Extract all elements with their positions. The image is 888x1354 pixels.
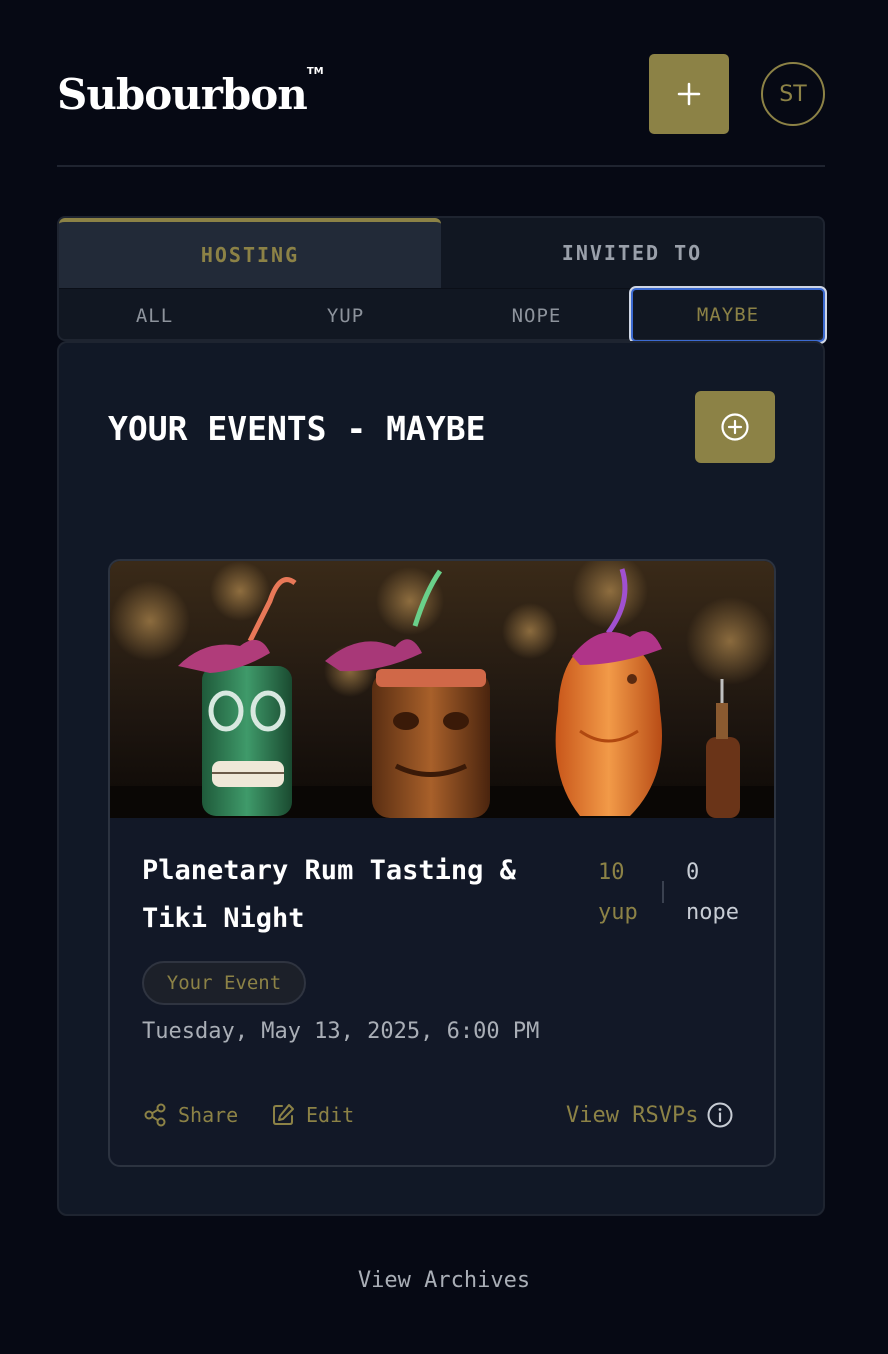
logo-text: Subourbon [57,70,308,119]
yup-count: 10 [598,860,625,885]
view-rsvps-label: View RSVPs [566,1102,699,1128]
stats-divider [662,881,664,903]
event-image [110,561,774,818]
share-icon [144,1103,166,1127]
edit-label: Edit [306,1103,355,1127]
view-archives-link[interactable]: View Archives [0,1268,888,1293]
filter-all[interactable]: ALL [59,289,250,342]
rsvp-filter-tabs: ALL YUP NOPE MAYBE [59,286,827,344]
tab-hosting[interactable]: HOSTING [59,218,441,288]
info-icon [707,1102,733,1128]
share-button[interactable]: Share [142,1099,238,1131]
yup-stat: 10 yup [598,853,638,933]
event-title[interactable]: Planetary Rum Tasting & Tiki Night [142,847,582,943]
filter-nope[interactable]: NOPE [441,289,632,342]
view-rsvps-button[interactable]: View RSVPs [566,1099,734,1131]
nope-label: nope [686,900,739,925]
filter-all-label: ALL [135,304,174,327]
filter-nope-label: NOPE [511,304,562,327]
filter-maybe[interactable]: MAYBE [629,286,827,344]
yup-label: yup [598,900,638,925]
event-card[interactable]: Planetary Rum Tasting & Tiki Night 10 yu… [108,559,776,1167]
create-event-button[interactable] [649,54,729,134]
plus-icon [677,82,701,106]
nope-stat: 0 nope [686,853,739,933]
filter-yup[interactable]: YUP [250,289,441,342]
events-panel: YOUR EVENTS - MAYBE Planetary Rum Tastin… [57,341,825,1216]
edit-icon [273,1104,294,1125]
your-event-badge: Your Event [142,961,306,1005]
avatar-initials: ST [779,81,807,107]
nope-count: 0 [686,860,700,885]
add-event-button[interactable] [695,391,775,463]
edit-button[interactable]: Edit [270,1099,354,1131]
user-avatar[interactable]: ST [761,62,825,126]
circle-plus-icon [721,413,749,441]
app-header: SubourbonTM ST [57,40,825,167]
tab-invited-label: INVITED TO [561,241,703,265]
rsvp-stats: 10 yup 0 nope [598,853,768,933]
app-logo[interactable]: SubourbonTM [57,66,324,119]
tab-hosting-label: HOSTING [200,243,300,267]
trademark-mark: TM [306,66,324,77]
tab-invited-to[interactable]: INVITED TO [441,218,823,288]
panel-title: YOUR EVENTS - MAYBE [108,409,486,448]
event-date: Tuesday, May 13, 2025, 6:00 PM [142,1019,540,1044]
filter-yup-label: YUP [326,304,365,327]
share-label: Share [178,1103,239,1127]
filter-maybe-label: MAYBE [696,304,760,326]
event-tabs: HOSTING INVITED TO ALL YUP NOPE MAYBE [57,216,827,344]
